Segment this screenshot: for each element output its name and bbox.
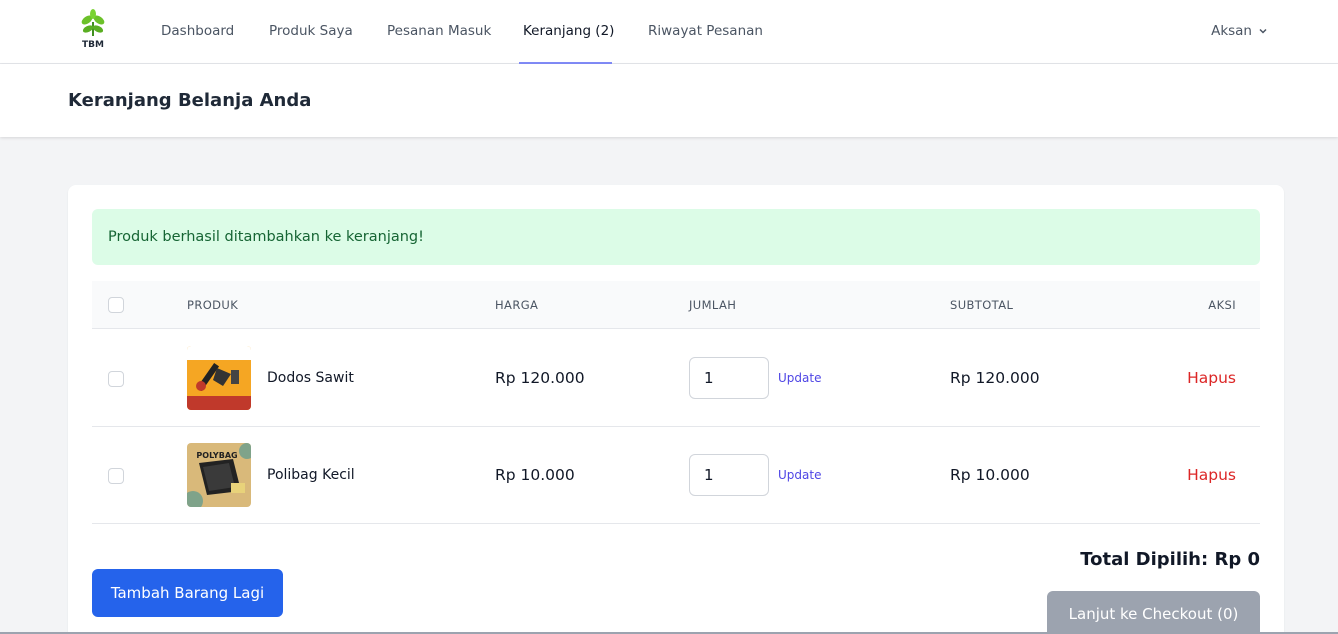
quantity-input[interactable]: 1 bbox=[689, 357, 769, 399]
top-navbar: TBM Dashboard Produk Saya Pesanan Masuk … bbox=[0, 0, 1338, 64]
col-aksi: AKSI bbox=[1208, 298, 1236, 312]
table-row: POLYBAG Polibag Kecil Rp 10.000 1 Update… bbox=[92, 427, 1260, 524]
nav-dashboard[interactable]: Dashboard bbox=[161, 0, 234, 64]
col-jumlah: JUMLAH bbox=[689, 298, 737, 312]
thumb-label: POLYBAG bbox=[196, 451, 237, 460]
product-name: Polibag Kecil bbox=[267, 467, 355, 483]
quantity-input[interactable]: 1 bbox=[689, 454, 769, 496]
page-header: Keranjang Belanja Anda bbox=[0, 64, 1338, 137]
user-menu[interactable]: Aksan bbox=[1211, 0, 1268, 62]
row-checkbox[interactable] bbox=[108, 468, 124, 484]
user-name: Aksan bbox=[1211, 23, 1252, 39]
table-header: PRODUK HARGA JUMLAH SUBTOTAL AKSI bbox=[92, 281, 1260, 329]
app-logo[interactable]: TBM bbox=[78, 8, 108, 50]
select-all-checkbox[interactable] bbox=[108, 297, 124, 313]
col-subtotal: SUBTOTAL bbox=[950, 298, 1014, 312]
checkout-button[interactable]: Lanjut ke Checkout (0) bbox=[1047, 591, 1260, 634]
product-thumbnail: POLYBAG bbox=[187, 443, 251, 507]
update-link[interactable]: Update bbox=[778, 330, 821, 426]
nav-keranjang[interactable]: Keranjang (2) bbox=[519, 0, 614, 64]
table-row: Dodos Sawit Rp 120.000 1 Update Rp 120.0… bbox=[92, 330, 1260, 427]
col-produk: PRODUK bbox=[187, 298, 239, 312]
product-price: Rp 120.000 bbox=[495, 369, 585, 387]
total-selected: Total Dipilih: Rp 0 bbox=[1080, 549, 1260, 570]
row-checkbox[interactable] bbox=[108, 371, 124, 387]
cart-card: Produk berhasil ditambahkan ke keranjang… bbox=[68, 185, 1284, 634]
product-price: Rp 10.000 bbox=[495, 466, 575, 484]
nav-produk-saya[interactable]: Produk Saya bbox=[269, 0, 353, 64]
add-more-button[interactable]: Tambah Barang Lagi bbox=[92, 569, 283, 617]
logo-text: TBM bbox=[82, 40, 104, 50]
page-title: Keranjang Belanja Anda bbox=[68, 90, 312, 111]
product-thumbnail bbox=[187, 346, 251, 410]
col-harga: HARGA bbox=[495, 298, 539, 312]
success-alert: Produk berhasil ditambahkan ke keranjang… bbox=[92, 209, 1260, 265]
product-name: Dodos Sawit bbox=[267, 370, 354, 386]
delete-link[interactable]: Hapus bbox=[1187, 330, 1236, 426]
row-subtotal: Rp 10.000 bbox=[950, 466, 1030, 484]
chevron-down-icon bbox=[1259, 28, 1267, 34]
nav-pesanan-masuk[interactable]: Pesanan Masuk bbox=[387, 0, 491, 64]
row-subtotal: Rp 120.000 bbox=[950, 369, 1040, 387]
update-link[interactable]: Update bbox=[778, 427, 821, 523]
delete-link[interactable]: Hapus bbox=[1187, 427, 1236, 523]
nav-riwayat-pesanan[interactable]: Riwayat Pesanan bbox=[648, 0, 763, 64]
